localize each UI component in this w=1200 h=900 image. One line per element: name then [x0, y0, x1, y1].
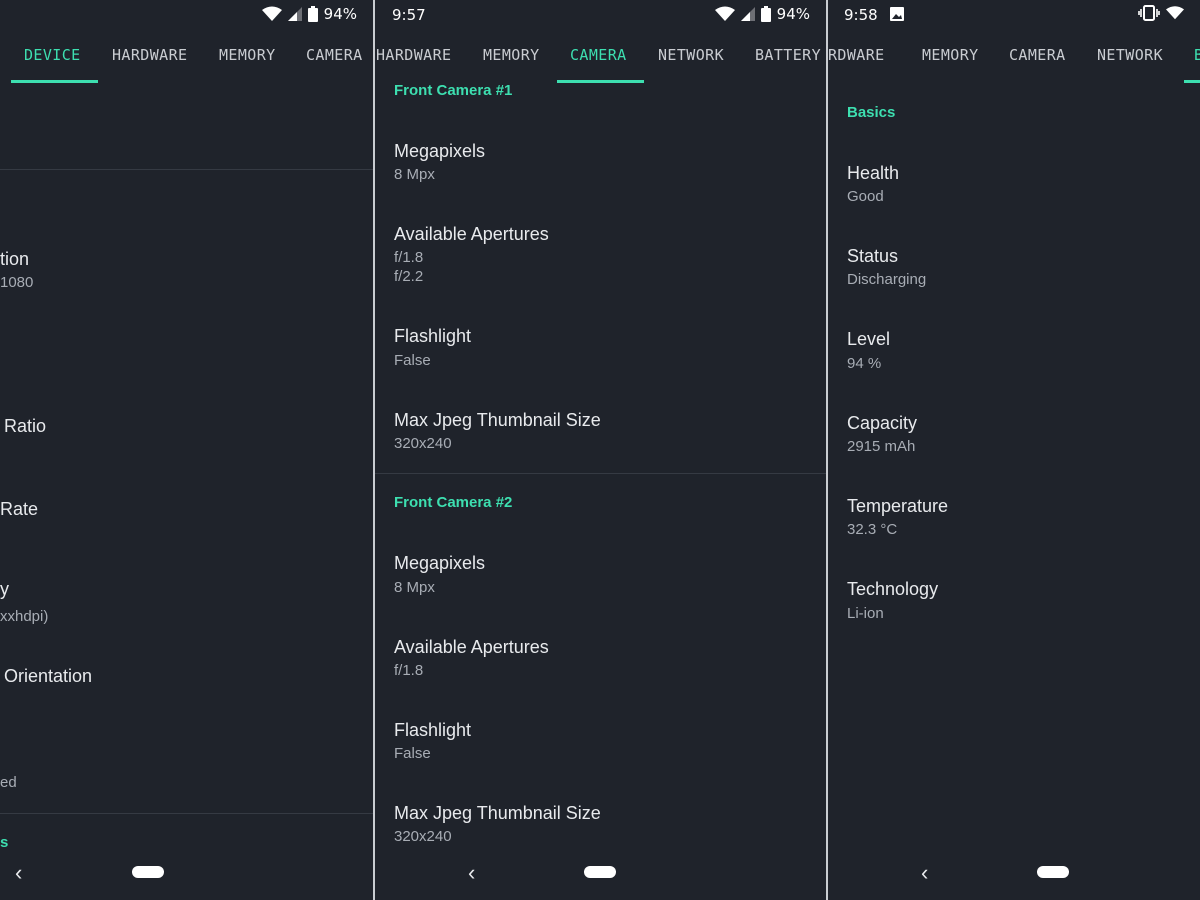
signal-icon [287, 7, 302, 21]
item-label-thumbnail-size: Max Jpeg Thumbnail Size [394, 410, 601, 430]
status-bar-icons: 94% [714, 5, 810, 23]
item-label-flashlight: Flashlight [394, 326, 472, 346]
home-button[interactable] [584, 866, 616, 878]
item-value-level: 94 % [847, 355, 882, 372]
section-title-front-camera-2: Front Camera #2 [394, 494, 513, 511]
item-value-flashlight: False [394, 352, 431, 369]
back-button[interactable]: ‹ [468, 860, 475, 886]
tab-battery[interactable]: BATTERY [755, 46, 821, 64]
active-tab-indicator [11, 80, 98, 83]
section-title-front-camera-1: Front Camera #1 [394, 82, 513, 99]
item-label-health: Health [847, 163, 900, 183]
divider [0, 813, 373, 814]
battery-icon [307, 6, 318, 22]
section-title-basics: Basics [847, 104, 896, 121]
section-title: s [0, 834, 9, 851]
item-label-level: Level [847, 329, 891, 349]
item-label-apertures: Available Apertures [394, 224, 549, 244]
item-value-flashlight: False [394, 745, 431, 762]
item-value-technology: Li-ion [847, 605, 884, 622]
tab-device[interactable]: DEVICE [24, 46, 81, 64]
item-label: tion [0, 249, 30, 269]
back-button[interactable]: ‹ [15, 860, 22, 886]
item-label-megapixels: Megapixels [394, 553, 486, 573]
home-button[interactable] [1037, 866, 1069, 878]
item-value-thumbnail-size: 320x240 [394, 435, 452, 452]
item-value-megapixels: 8 Mpx [394, 579, 435, 596]
active-tab-indicator [557, 80, 644, 83]
item-label-status: Status [847, 246, 899, 266]
item-label-technology: Technology [847, 579, 939, 599]
item-label-temperature: Temperature [847, 496, 949, 516]
item-value-apertures: f/1.8 f/2.2 [394, 249, 424, 285]
divider [375, 473, 826, 474]
tab-memory[interactable]: MEMORY [922, 46, 979, 64]
item-value-megapixels: 8 Mpx [394, 166, 435, 183]
item-label: Ratio [4, 416, 47, 436]
tab-hardware[interactable]: HARDWARE [376, 46, 451, 64]
tab-hardware[interactable]: HARDWARE [112, 46, 187, 64]
item-value: xxhdpi) [0, 608, 49, 625]
item-label: Rate [0, 499, 39, 519]
wifi-icon [261, 6, 282, 22]
camera-screen: 9:57 94% HARDWARE MEMORY CAMERA NETWORK … [375, 0, 826, 900]
item-label-megapixels: Megapixels [394, 141, 486, 161]
tab-network[interactable]: NETWORK [658, 46, 724, 64]
battery-screen: 9:58 RDWARE MEMORY CAMERA NETWORK B Basi… [828, 0, 1200, 900]
battery-percentage: 94% [776, 5, 810, 23]
item-value-thumbnail-size: 320x240 [394, 828, 452, 845]
item-label-flashlight: Flashlight [394, 720, 472, 740]
home-button[interactable] [132, 866, 164, 878]
tab-camera[interactable]: CAMERA [306, 46, 363, 64]
item-value: ed [0, 774, 17, 791]
back-button[interactable]: ‹ [921, 860, 928, 886]
item-value: 1080 [0, 274, 34, 291]
item-label: Orientation [4, 666, 93, 686]
divider [0, 169, 373, 170]
tab-camera[interactable]: CAMERA [1009, 46, 1066, 64]
device-screen: 94% DEVICE HARDWARE MEMORY CAMERA tion 1… [0, 0, 373, 900]
item-value-status: Discharging [847, 271, 927, 288]
status-bar-icons: 94% [261, 5, 357, 23]
tab-camera[interactable]: CAMERA [570, 46, 627, 64]
tab-memory[interactable]: MEMORY [219, 46, 276, 64]
signal-icon [740, 7, 755, 21]
tab-memory[interactable]: MEMORY [483, 46, 540, 64]
tab-network[interactable]: NETWORK [1097, 46, 1163, 64]
item-label-apertures: Available Apertures [394, 637, 549, 657]
item-label-capacity: Capacity [847, 413, 918, 433]
image-notification-icon [890, 7, 904, 21]
vibrate-icon [1138, 5, 1160, 21]
tab-battery[interactable]: B [1194, 46, 1200, 64]
battery-percentage: 94% [323, 5, 357, 23]
wifi-icon [1166, 5, 1184, 21]
battery-icon [760, 6, 771, 22]
item-value-apertures: f/1.8 [394, 662, 424, 679]
item-value-capacity: 2915 mAh [847, 438, 916, 455]
item-label-thumbnail-size: Max Jpeg Thumbnail Size [394, 803, 601, 823]
status-bar-icons [1138, 5, 1184, 21]
tab-hardware[interactable]: RDWARE [828, 46, 885, 64]
item-value-temperature: 32.3 °C [847, 521, 898, 538]
item-label: y [0, 579, 9, 599]
clock: 9:57 [392, 6, 426, 24]
clock: 9:58 [844, 6, 878, 24]
active-tab-indicator [1184, 80, 1200, 83]
item-value-health: Good [847, 188, 884, 205]
wifi-icon [714, 6, 735, 22]
